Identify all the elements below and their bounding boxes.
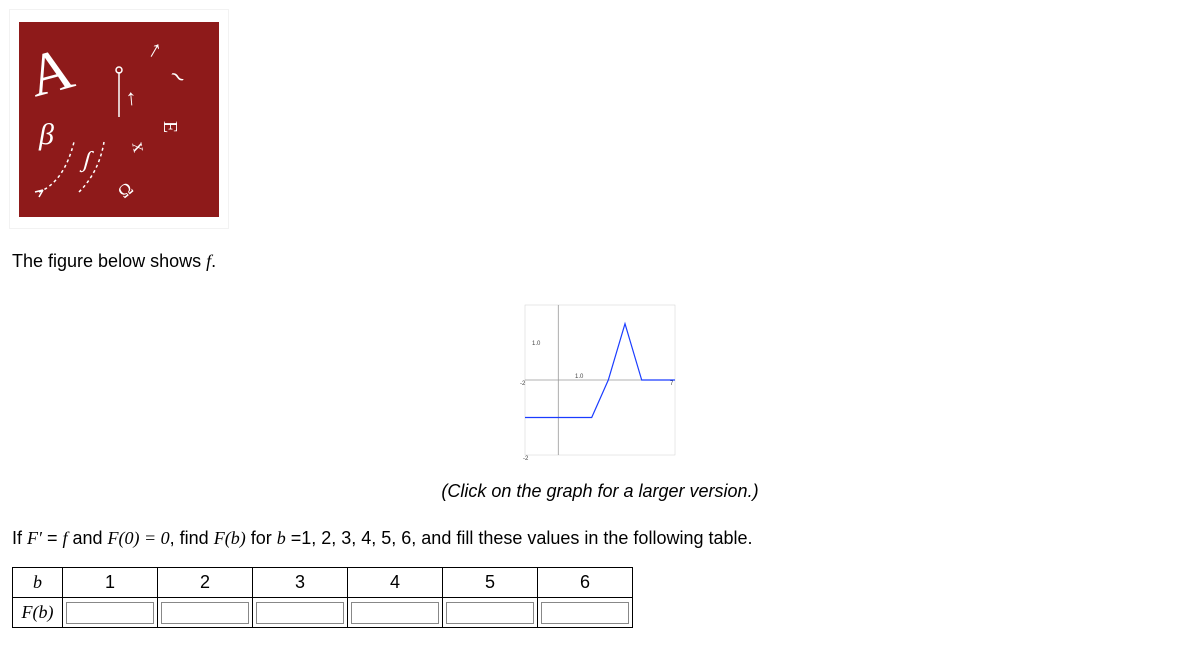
- fb-input-2[interactable]: [161, 602, 249, 624]
- q-vals: 1, 2, 3, 4, 5, 6, and fill these values …: [301, 528, 752, 548]
- q-fb: F(b): [214, 528, 246, 548]
- figure-intro: The figure below shows f.: [12, 248, 1190, 275]
- graph-caption: (Click on the graph for a larger version…: [10, 478, 1190, 505]
- q-mid: , find: [170, 528, 214, 548]
- fb-input-1[interactable]: [66, 602, 154, 624]
- b-header-5: 5: [443, 568, 538, 598]
- b-label: b: [13, 568, 63, 598]
- b-header-6: 6: [538, 568, 633, 598]
- b-header-1: 1: [63, 568, 158, 598]
- answer-table: b 1 2 3 4 5 6 F(b): [12, 567, 633, 628]
- fb-label: F(b): [13, 598, 63, 628]
- svg-text:1.0: 1.0: [532, 341, 541, 347]
- figure-intro-pre: The figure below shows: [12, 251, 206, 271]
- figure-intro-post: .: [211, 251, 216, 271]
- b-header-3: 3: [253, 568, 348, 598]
- fb-input-6[interactable]: [541, 602, 629, 624]
- fb-input-4[interactable]: [351, 602, 439, 624]
- graph-thumbnail[interactable]: 1.0 1.0 -2 -2 7: [515, 295, 685, 465]
- q-for: for: [246, 528, 277, 548]
- fb-input-3[interactable]: [256, 602, 344, 624]
- fb-input-5[interactable]: [446, 602, 534, 624]
- svg-text:1.0: 1.0: [575, 374, 584, 380]
- q-b: b: [277, 528, 286, 548]
- question-text: If F′ = f and F(0) = 0, find F(b) for b …: [12, 525, 1190, 552]
- q-f0: F(0) = 0: [108, 528, 170, 548]
- math-collage: A β ∫ ↑ ← E x Ω ∼: [19, 22, 219, 217]
- q-eq1: =: [42, 528, 63, 548]
- svg-text:-2: -2: [520, 381, 526, 387]
- q-and: and: [67, 528, 107, 548]
- b-header-4: 4: [348, 568, 443, 598]
- table-row-b: b 1 2 3 4 5 6: [13, 568, 633, 598]
- table-row-fb: F(b): [13, 598, 633, 628]
- svg-text:-2: -2: [523, 456, 529, 462]
- header-image: A β ∫ ↑ ← E x Ω ∼: [10, 10, 228, 228]
- q-fprime: F′: [27, 528, 42, 548]
- b-header-2: 2: [158, 568, 253, 598]
- q-eq: =: [286, 528, 302, 548]
- q-pre: If: [12, 528, 27, 548]
